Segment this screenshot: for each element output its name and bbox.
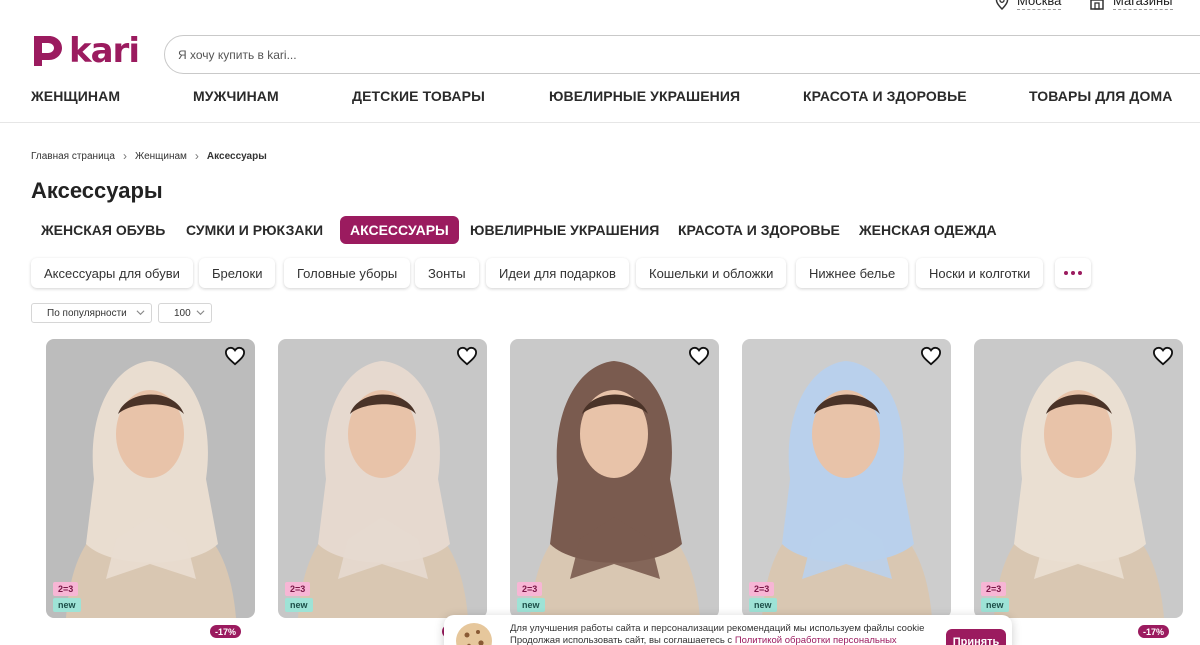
more-categories-button[interactable] xyxy=(1055,258,1091,288)
chip-shoe-accessories[interactable]: Аксессуары для обуви xyxy=(31,258,193,288)
nav-item-home[interactable]: ТОВАРЫ ДЛЯ ДОМА xyxy=(1029,88,1172,104)
chevron-down-icon xyxy=(136,310,145,316)
new-badge: new xyxy=(53,598,81,612)
header-divider xyxy=(0,122,1200,123)
breadcrumb-section[interactable]: Женщинам xyxy=(135,151,187,162)
promo-badge: 2=3 xyxy=(53,582,79,596)
promo-badge: 2=3 xyxy=(981,582,1007,596)
cookie-text: Для улучшения работы сайта и персонализа… xyxy=(510,623,930,645)
cookie-line-2: Продолжая использовать сайт, вы соглашае… xyxy=(510,635,930,645)
cookie-accept-button[interactable]: Принять xyxy=(946,629,1006,645)
dot-icon xyxy=(1071,271,1075,275)
per-page-value: 100 xyxy=(174,307,191,319)
cookie-banner: Для улучшения работы сайта и персонализа… xyxy=(444,615,1012,645)
sort-value: По популярности xyxy=(47,307,127,319)
promo-badge: 2=3 xyxy=(749,582,775,596)
stores-label: Магазины xyxy=(1113,0,1173,10)
product-image xyxy=(974,339,1183,618)
tab-accessories[interactable]: АКСЕССУАРЫ xyxy=(340,216,459,244)
promo-badge: 2=3 xyxy=(517,582,543,596)
tab-jewelry[interactable]: ЮВЕЛИРНЫЕ УКРАШЕНИЯ xyxy=(460,216,669,244)
breadcrumb-home[interactable]: Главная страница xyxy=(31,151,115,162)
product-card[interactable]: 2=3 new xyxy=(278,339,487,618)
product-image xyxy=(742,339,951,618)
favorite-heart-icon[interactable] xyxy=(456,346,478,366)
product-image xyxy=(278,339,487,618)
search-placeholder: Я хочу купить в kari... xyxy=(178,47,297,62)
product-card[interactable]: 2=3 new xyxy=(974,339,1183,618)
breadcrumb: Главная страница › Женщинам › Аксессуары xyxy=(31,149,267,163)
favorite-heart-icon[interactable] xyxy=(224,346,246,366)
sort-select[interactable]: По популярности xyxy=(31,303,152,323)
tab-bags[interactable]: СУМКИ И РЮКЗАКИ xyxy=(176,216,333,244)
dot-icon xyxy=(1064,271,1068,275)
product-image xyxy=(46,339,255,618)
product-card[interactable]: 2=3 new xyxy=(46,339,255,618)
favorite-heart-icon[interactable] xyxy=(688,346,710,366)
page-title: Аксессуары xyxy=(31,178,163,203)
nav-item-women[interactable]: ЖЕНЩИНАМ xyxy=(31,88,120,104)
chip-keychains[interactable]: Брелоки xyxy=(199,258,276,288)
chip-underwear[interactable]: Нижнее белье xyxy=(796,258,909,288)
tab-beauty[interactable]: КРАСОТА И ЗДОРОВЬЕ xyxy=(668,216,850,244)
breadcrumb-current: Аксессуары xyxy=(206,150,267,162)
top-bar: Москва Магазины xyxy=(0,0,1200,24)
new-badge: new xyxy=(981,598,1009,612)
product-card[interactable]: 2=3 new xyxy=(510,339,719,618)
city-label: Москва xyxy=(1017,0,1062,10)
nav-item-kids[interactable]: ДЕТСКИЕ ТОВАРЫ xyxy=(352,88,485,104)
chevron-down-icon xyxy=(196,310,205,316)
chevron-right-icon: › xyxy=(194,149,199,163)
new-badge: new xyxy=(749,598,777,612)
favorite-heart-icon[interactable] xyxy=(1152,346,1174,366)
stores-link[interactable]: Магазины xyxy=(1089,0,1173,10)
per-page-select[interactable]: 100 xyxy=(158,303,212,323)
kari-logo-mark-icon xyxy=(34,36,62,66)
promo-badge: 2=3 xyxy=(285,582,311,596)
discount-badge: -17% xyxy=(210,625,242,638)
chip-umbrellas[interactable]: Зонты xyxy=(415,258,479,288)
nav-item-beauty[interactable]: КРАСОТА И ЗДОРОВЬЕ xyxy=(803,88,967,104)
chip-socks-tights[interactable]: Носки и колготки xyxy=(916,258,1044,288)
search-input[interactable]: Я хочу купить в kari... xyxy=(164,35,1200,74)
nav-item-men[interactable]: МУЖЧИНАМ xyxy=(193,88,279,104)
nav-item-jewelry[interactable]: ЮВЕЛИРНЫЕ УКРАШЕНИЯ xyxy=(549,88,740,104)
tab-womens-shoes[interactable]: ЖЕНСКАЯ ОБУВЬ xyxy=(31,216,175,244)
kari-logo[interactable]: kari xyxy=(31,33,145,69)
chip-wallets[interactable]: Кошельки и обложки xyxy=(636,258,787,288)
store-icon xyxy=(1090,0,1104,10)
location-pin-icon xyxy=(995,0,1009,10)
cookie-icon xyxy=(456,623,492,645)
discount-badge: -17% xyxy=(1138,625,1170,638)
chevron-right-icon: › xyxy=(122,149,127,163)
product-card[interactable]: 2=3 new xyxy=(742,339,951,618)
city-selector[interactable]: Москва xyxy=(995,0,1062,10)
new-badge: new xyxy=(285,598,313,612)
chip-gift-ideas[interactable]: Идеи для подарков xyxy=(486,258,629,288)
product-image xyxy=(510,339,719,618)
cookie-line-2-prefix: Продолжая использовать сайт, вы соглашае… xyxy=(510,635,735,645)
cookie-line-1: Для улучшения работы сайта и персонализа… xyxy=(510,623,925,634)
logo-wordmark: kari xyxy=(69,31,140,71)
new-badge: new xyxy=(517,598,545,612)
chip-headwear[interactable]: Головные уборы xyxy=(284,258,411,288)
favorite-heart-icon[interactable] xyxy=(920,346,942,366)
dot-icon xyxy=(1078,271,1082,275)
tab-womens-clothing[interactable]: ЖЕНСКАЯ ОДЕЖДА xyxy=(849,216,1007,244)
main-nav: ЖЕНЩИНАМ МУЖЧИНАМ ДЕТСКИЕ ТОВАРЫ ЮВЕЛИРН… xyxy=(0,88,1200,108)
